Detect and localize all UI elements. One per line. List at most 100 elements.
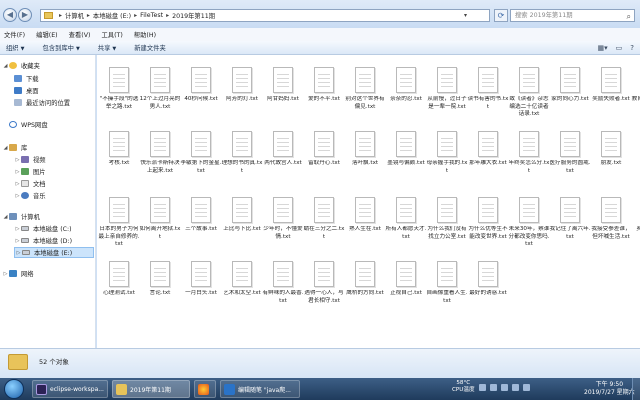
chevron-right-icon[interactable]: ▷ [14, 226, 21, 232]
search-input[interactable]: 搜索 2019年第11期 ⌕ [510, 9, 635, 22]
chevron-right-icon[interactable]: ▷ [2, 271, 9, 277]
chevron-down-icon[interactable]: ◢ [2, 63, 9, 69]
chevron-right-icon[interactable]: ▷ [14, 181, 21, 187]
file-item[interactable]: 如何离开地狱.txt [139, 197, 181, 255]
nav-favorites[interactable]: ◢ 收藏夹 [2, 61, 40, 70]
file-item[interactable]: 阿芳的灯.txt [221, 67, 263, 125]
file-item[interactable]: 一月白头.txt [180, 261, 222, 319]
file-item[interactable]: 爱的不平.txt [303, 67, 345, 125]
taskbar-eclipse[interactable]: eclipse-workspa... [32, 380, 108, 398]
back-button[interactable]: ◀ [3, 8, 17, 22]
crumb-current-folder[interactable]: 2019年第11期 [172, 11, 215, 20]
include-in-library-button[interactable]: 包含到库中 ▼ [42, 43, 79, 52]
file-item[interactable]: 所有人都愿天才.txt [385, 197, 427, 255]
file-item[interactable]: 母亲握手我的.txt [426, 131, 468, 189]
crumb-drive-e[interactable]: 本地磁盘 (E:) [93, 11, 131, 20]
file-item[interactable]: 少年时，不懂爱情.txt [262, 197, 304, 255]
file-item[interactable]: 鹰桥的方向.txt [344, 261, 386, 319]
organize-button[interactable]: 组织 ▼ [6, 43, 24, 52]
file-item[interactable]: 艺术和太空.txt [221, 261, 263, 319]
chevron-right-icon[interactable]: ▷ [14, 238, 21, 244]
chevron-right-icon[interactable]: ▷ [14, 157, 21, 163]
nav-wps[interactable]: WPS网盘 [9, 120, 48, 129]
file-item[interactable]: 墨镜与偏颇.txt [385, 131, 427, 189]
menu-view[interactable]: 查看(V) [69, 30, 91, 39]
file-item[interactable]: 从前慢，过日子是一辈一院.txt [426, 67, 468, 125]
file-item[interactable]: 自画像重看人生.txt [426, 261, 468, 319]
file-item[interactable]: 为什么我们没有找立力公室.txt [426, 197, 468, 255]
search-icon[interactable]: ⌕ [627, 11, 631, 22]
view-options-icon[interactable]: ▦▾ [598, 44, 608, 52]
chevron-right-icon[interactable]: ▷ [14, 193, 21, 199]
chevron-right-icon[interactable]: ▷ [15, 250, 22, 256]
file-item[interactable]: 人像.txt [631, 131, 640, 189]
file-item[interactable]: 教育中的父母.txt [631, 67, 640, 125]
forward-button[interactable]: ▶ [18, 8, 32, 22]
menu-file[interactable]: 文件(F) [4, 30, 25, 39]
nav-libraries[interactable]: ◢ 库 [2, 143, 27, 152]
file-item[interactable]: 李敏第下的金星.txt [180, 131, 222, 189]
cpu-temperature[interactable]: 58°C CPU温度 [452, 380, 475, 394]
file-item[interactable]: 未来30年，察谁分都改变你思吗.txt [508, 197, 550, 255]
nav-pictures[interactable]: ▷ 图片 [14, 167, 46, 176]
file-item[interactable]: 留取丹心.txt [303, 131, 345, 189]
chevron-down-icon[interactable]: ◢ [2, 145, 9, 151]
file-item[interactable]: 朋友.txt [590, 131, 632, 189]
taskbar-editor[interactable]: 编辑随笔 "java爬... [220, 380, 300, 398]
file-item[interactable]: 奖励失败者.txt [590, 67, 632, 125]
start-button[interactable] [4, 379, 24, 399]
show-desktop-button[interactable] [632, 378, 640, 400]
refresh-button[interactable]: ⟳ [494, 9, 508, 22]
tray-icon[interactable] [500, 383, 508, 391]
file-item[interactable]: 致《读者》杂志编选二十亿读者话录.txt [508, 67, 550, 125]
clock[interactable]: 下午 9:50 2019/7/27 星期六 [584, 381, 635, 397]
chevron-down-icon[interactable]: ◢ [2, 214, 9, 220]
file-item[interactable]: 有鲜味的人最香.txt [262, 261, 304, 319]
file-item[interactable]: 那年雕大衣.txt [467, 131, 509, 189]
file-item[interactable]: 遇得一心人，与君长相守.txt [303, 261, 345, 319]
file-item[interactable]: 12个上过月亮的男人.txt [139, 67, 181, 125]
volume-icon[interactable] [522, 383, 530, 391]
file-item[interactable]: 两代故宫人.txt [262, 131, 304, 189]
new-folder-button[interactable]: 新建文件夹 [134, 43, 165, 52]
menu-help[interactable]: 帮助(H) [134, 30, 156, 39]
chevron-down-icon[interactable]: ▾ [464, 12, 467, 19]
file-item[interactable]: 医疗服务的圆戒.txt [549, 131, 591, 189]
file-item[interactable]: 最好的诱惑.txt [467, 261, 509, 319]
file-item[interactable]: 我接受参差谁，但坏喊生活.txt [590, 197, 632, 255]
file-item[interactable]: 理想的书的真.txt [221, 131, 263, 189]
file-item[interactable]: 三个故事.txt [180, 197, 222, 255]
file-item[interactable]: 40秒问候.txt [180, 67, 222, 125]
file-item[interactable]: 快乐派卡斯特决上起来.txt [139, 131, 181, 189]
help-icon[interactable]: ? [630, 44, 634, 52]
nav-computer[interactable]: ◢ 计算机 [2, 212, 40, 221]
tray-icon[interactable] [478, 383, 486, 391]
nav-downloads[interactable]: 下载 [14, 74, 39, 83]
nav-recent[interactable]: 最近访问的位置 [14, 98, 70, 107]
nav-videos[interactable]: ▷ 视频 [14, 155, 46, 164]
nav-drive-e[interactable]: ▷ 本地磁盘 (E:) [14, 247, 94, 258]
crumb-filetest[interactable]: FileTest [140, 12, 163, 19]
file-item[interactable]: 蜻在三分之二.txt [303, 197, 345, 255]
file-item[interactable]: 正视自己.txt [385, 261, 427, 319]
nav-drive-d[interactable]: ▷ 本地磁盘 (D:) [14, 236, 73, 246]
share-button[interactable]: 共享 ▼ [98, 43, 116, 52]
file-item[interactable]: 阿甘妈妈.txt [262, 67, 304, 125]
address-bar[interactable]: ▸ 计算机 ▸ 本地磁盘 (E:) ▸ FileTest ▸ 2019年第11期… [40, 9, 490, 22]
tray-icon[interactable] [511, 383, 519, 391]
nav-desktop[interactable]: 桌面 [14, 86, 39, 95]
file-item[interactable]: 言论.txt [139, 261, 181, 319]
file-item[interactable]: 落叶飘.txt [344, 131, 386, 189]
file-item[interactable]: 读书有害的书.txt [467, 67, 509, 125]
tray-icon[interactable] [489, 383, 497, 391]
taskbar-explorer[interactable]: 2019年第11期 [112, 380, 190, 398]
chevron-right-icon[interactable]: ▷ [14, 169, 21, 175]
file-item[interactable]: 为什么优等生不能改变世界.txt [467, 197, 509, 255]
file-item[interactable]: 家的向心力.txt [549, 67, 591, 125]
taskbar-firefox[interactable] [194, 380, 216, 398]
file-item[interactable]: 我记住了离六年.txt [549, 197, 591, 255]
file-item[interactable]: 别对这个世界有偏见.txt [344, 67, 386, 125]
file-item[interactable]: "不操手段"的选举之路.txt [98, 67, 140, 125]
crumb-computer[interactable]: 计算机 [65, 11, 84, 20]
menu-edit[interactable]: 编辑(E) [36, 30, 58, 39]
